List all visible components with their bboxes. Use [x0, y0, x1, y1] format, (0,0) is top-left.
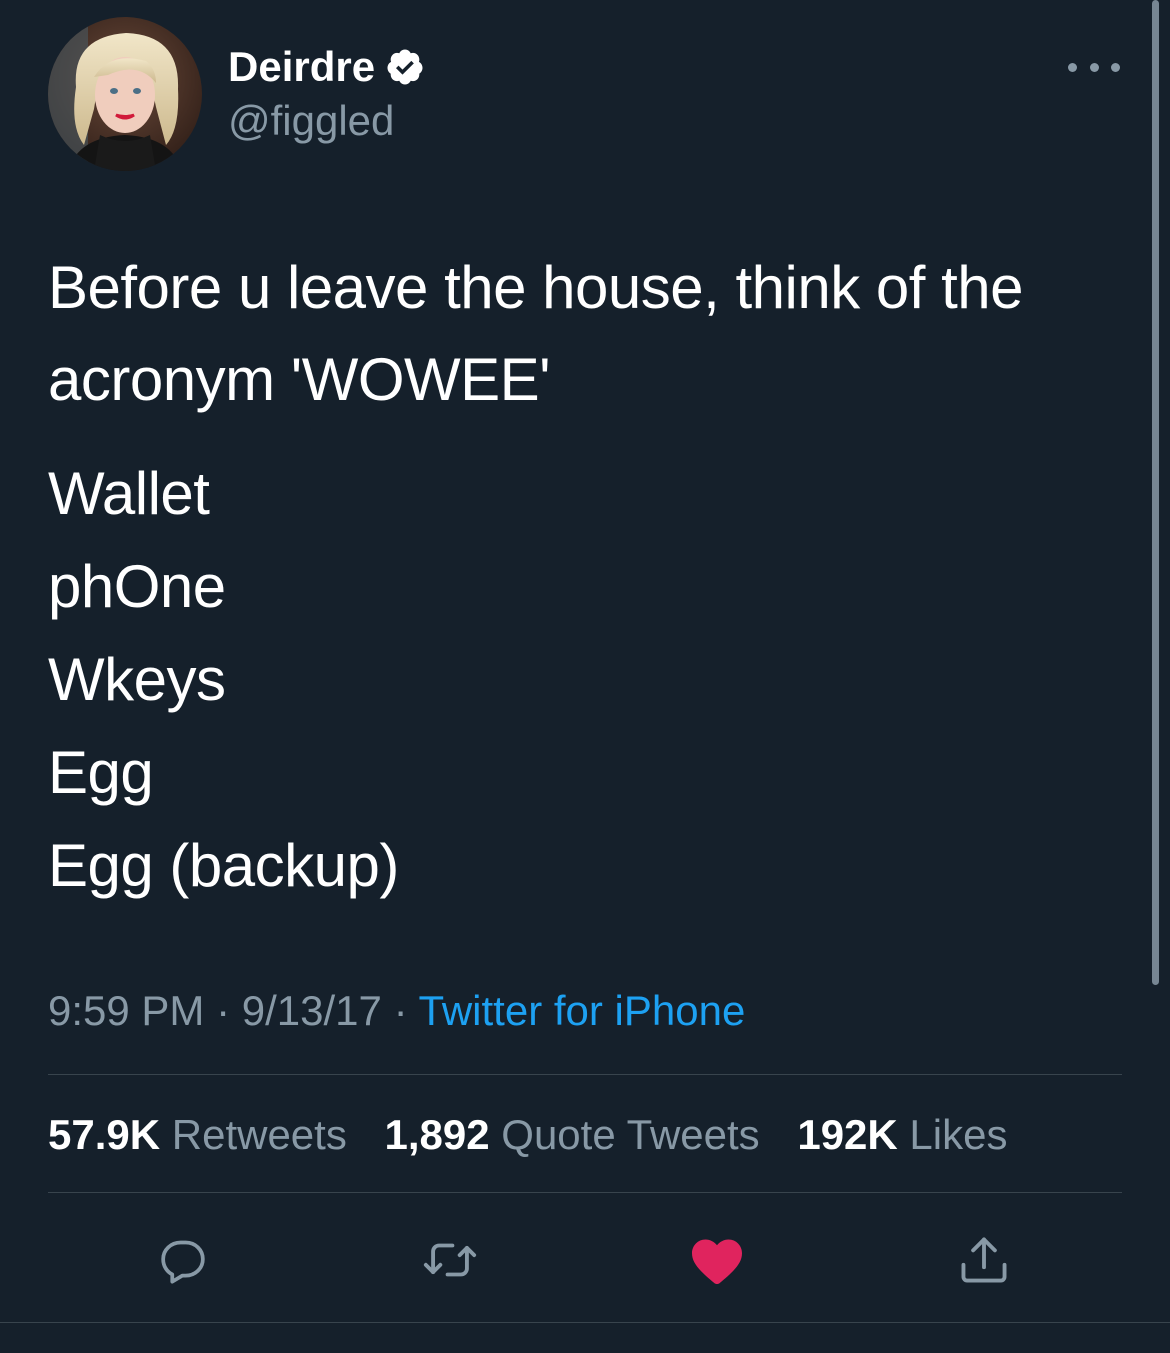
list-item: Wkeys: [48, 646, 226, 713]
retweet-button[interactable]: [420, 1230, 480, 1290]
heart-icon: [692, 1239, 742, 1284]
avatar-image: [48, 17, 202, 171]
list-item: phOne: [48, 553, 226, 620]
avatar[interactable]: [48, 17, 202, 171]
tweet-time: 9:59 PM: [48, 987, 205, 1034]
meta-separator: ·: [216, 987, 231, 1034]
list-item: Egg: [48, 739, 154, 806]
verified-badge-icon: [387, 49, 423, 85]
reply-icon: [161, 1240, 205, 1284]
share-icon: [961, 1237, 1007, 1283]
quote-tweets-stat[interactable]: 1,892 Quote Tweets: [385, 1110, 760, 1160]
tweet-metadata: 9:59 PM · 9/13/17 · Twitter for iPhone: [48, 986, 745, 1036]
author-name-label: Deirdre: [228, 43, 376, 90]
list-item: Egg (backup): [48, 832, 399, 899]
likes-count: 192K: [797, 1111, 898, 1158]
divider: [48, 1192, 1122, 1193]
tweet-source-link[interactable]: Twitter for iPhone: [419, 987, 746, 1034]
quote-tweets-label: Quote Tweets: [501, 1111, 760, 1158]
divider: [0, 1322, 1170, 1323]
tweet-detail: Deirdre @figgled Before u leave the hous…: [0, 0, 1170, 1353]
retweets-stat[interactable]: 57.9K Retweets: [48, 1110, 347, 1160]
list-item: Wallet: [48, 460, 210, 527]
scrollbar[interactable]: [1152, 0, 1159, 985]
tweet-stats: 57.9K Retweets 1,892 Quote Tweets 192K L…: [48, 1110, 1033, 1160]
meta-separator: ·: [393, 987, 408, 1034]
retweet-icon: [423, 1243, 477, 1277]
likes-stat[interactable]: 192K Likes: [797, 1110, 1007, 1160]
tweet-date: 9/13/17: [241, 987, 382, 1034]
quote-tweets-count: 1,892: [384, 1111, 490, 1158]
likes-label: Likes: [909, 1111, 1008, 1158]
tweet-list: Wallet phOne Wkeys Egg Egg (backup): [48, 447, 399, 912]
divider: [48, 1074, 1122, 1075]
reply-button[interactable]: [153, 1230, 213, 1290]
retweets-label: Retweets: [171, 1111, 347, 1158]
author-handle[interactable]: @figgled: [228, 96, 394, 146]
like-button[interactable]: [687, 1230, 747, 1290]
share-button[interactable]: [954, 1230, 1014, 1290]
tweet-text: Before u leave the house, think of the a…: [48, 254, 1024, 413]
more-options-icon[interactable]: [1068, 52, 1120, 82]
retweets-count: 57.9K: [48, 1111, 161, 1158]
author-name[interactable]: Deirdre: [228, 42, 425, 92]
